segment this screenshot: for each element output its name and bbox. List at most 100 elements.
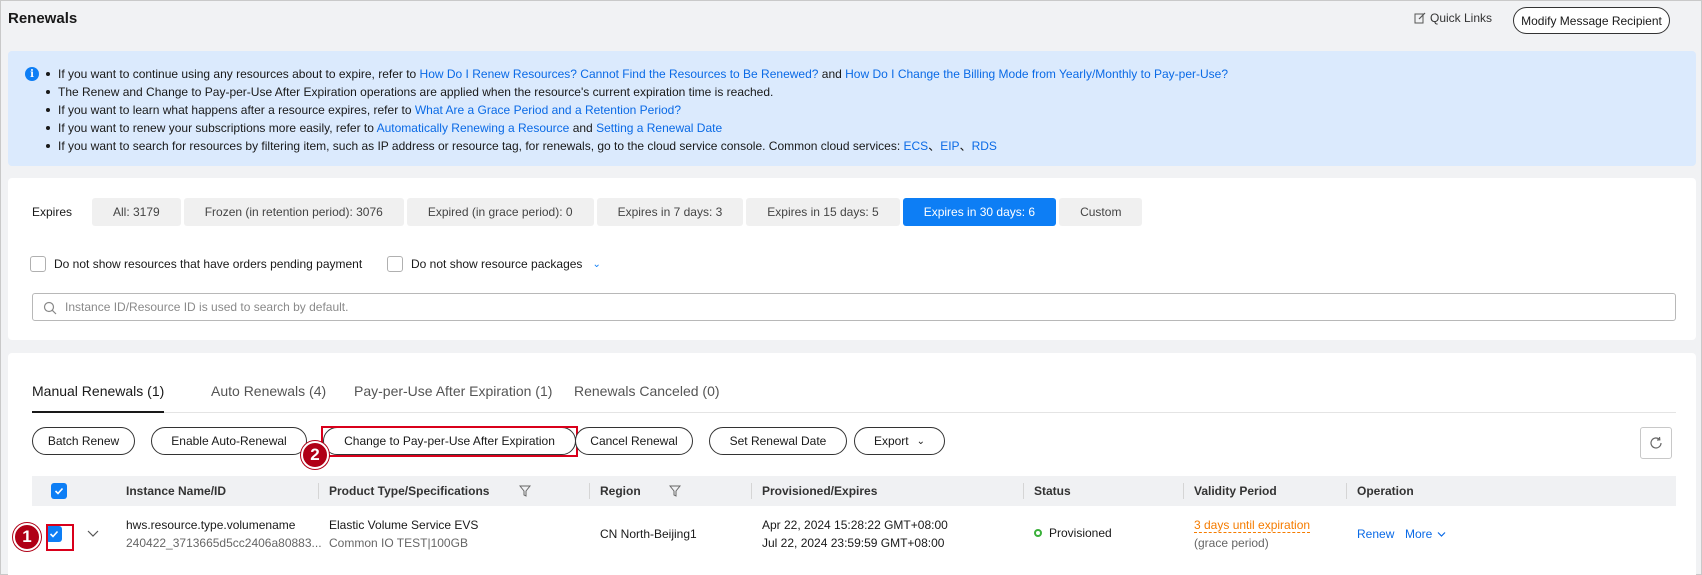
step-marker-1: 1 bbox=[13, 523, 41, 551]
info-icon: i bbox=[25, 67, 39, 81]
search-icon bbox=[43, 301, 57, 315]
notice-text: If you want to search for resources by f… bbox=[58, 139, 904, 153]
notice-text: If you want to renew your subscriptions … bbox=[58, 121, 377, 135]
provisioned-time: Apr 22, 2024 15:28:22 GMT+08:00 bbox=[762, 518, 948, 532]
refresh-button[interactable] bbox=[1640, 427, 1672, 459]
tab-pay-per-use[interactable]: Pay-per-Use After Expiration (1) bbox=[354, 383, 552, 413]
notice-text: If you want to continue using any resour… bbox=[58, 67, 420, 81]
auto-renew-link[interactable]: Automatically Renewing a Resource bbox=[377, 121, 570, 135]
expand-chevron-icon[interactable] bbox=[87, 529, 99, 539]
expires-tab-30-days[interactable]: Expires in 30 days: 6 bbox=[902, 198, 1057, 226]
resource-packages-checkbox[interactable] bbox=[387, 256, 403, 272]
expires-time: Jul 22, 2024 23:59:59 GMT+08:00 bbox=[762, 536, 945, 550]
ecs-link[interactable]: ECS bbox=[904, 139, 929, 153]
edit-icon bbox=[1414, 12, 1426, 24]
expires-label: Expires bbox=[32, 205, 73, 219]
expires-tab-15-days[interactable]: Expires in 15 days: 5 bbox=[746, 198, 900, 226]
notice-item: The Renew and Change to Pay-per-Use Afte… bbox=[43, 83, 1228, 101]
expires-tab-all[interactable]: All: 3179 bbox=[92, 198, 181, 226]
status-dot-icon bbox=[1034, 529, 1042, 537]
batch-renew-button[interactable]: Batch Renew bbox=[32, 427, 135, 455]
tab-renewals-canceled[interactable]: Renewals Canceled (0) bbox=[574, 383, 720, 413]
renewal-date-link[interactable]: Setting a Renewal Date bbox=[596, 121, 722, 135]
set-renewal-date-button[interactable]: Set Renewal Date bbox=[709, 427, 847, 455]
expires-tab-7-days[interactable]: Expires in 7 days: 3 bbox=[596, 198, 744, 226]
column-divider bbox=[1183, 483, 1184, 499]
validity-text[interactable]: 3 days until expiration bbox=[1194, 518, 1311, 533]
status-text: Provisioned bbox=[1049, 526, 1112, 540]
renew-resources-link[interactable]: How Do I Renew Resources? Cannot Find th… bbox=[420, 67, 819, 81]
enable-auto-renewal-button[interactable]: Enable Auto-Renewal bbox=[151, 427, 307, 455]
status-cell: Provisioned bbox=[1034, 526, 1112, 540]
tab-manual-renewals[interactable]: Manual Renewals (1) bbox=[32, 383, 165, 413]
modify-message-recipient-button[interactable]: Modify Message Recipient bbox=[1513, 7, 1670, 34]
notice-item: If you want to continue using any resour… bbox=[43, 65, 1228, 83]
pending-orders-checkbox[interactable] bbox=[30, 256, 46, 272]
tab-auto-renewals[interactable]: Auto Renewals (4) bbox=[211, 383, 326, 413]
select-all-checkbox[interactable] bbox=[51, 483, 67, 499]
column-divider bbox=[751, 483, 752, 499]
renew-link[interactable]: Renew bbox=[1357, 527, 1394, 541]
region-value: CN North-Beijing1 bbox=[600, 527, 697, 541]
notice-text: If you want to learn what happens after … bbox=[58, 103, 415, 117]
renewals-page: Renewals Quick Links Modify Message Reci… bbox=[0, 0, 1702, 575]
filter-panel: Expires All: 3179 Frozen (in retention p… bbox=[8, 178, 1696, 340]
resource-packages-option: Do not show resource packages ⌄ bbox=[387, 256, 601, 272]
notice-item: If you want to search for resources by f… bbox=[43, 137, 1228, 155]
validity-sub: (grace period) bbox=[1194, 536, 1269, 550]
column-provisioned: Provisioned/Expires bbox=[762, 484, 878, 498]
notice-text: The Renew and Change to Pay-per-Use Afte… bbox=[58, 85, 774, 99]
instance-id: 240422_3713665d5cc2406a80883... bbox=[126, 536, 322, 550]
notice-text: and bbox=[569, 121, 597, 135]
info-notice: i If you want to continue using any reso… bbox=[8, 51, 1696, 166]
filter-icon[interactable] bbox=[669, 485, 681, 497]
check-icon bbox=[54, 487, 64, 495]
expires-tab-frozen[interactable]: Frozen (in retention period): 3076 bbox=[183, 198, 404, 226]
separator: 、 bbox=[959, 139, 972, 153]
page-title: Renewals bbox=[8, 10, 78, 27]
export-label: Export bbox=[873, 434, 909, 448]
page-header: Renewals Quick Links Modify Message Reci… bbox=[1, 1, 1701, 41]
rds-link[interactable]: RDS bbox=[972, 139, 997, 153]
search-box[interactable] bbox=[32, 293, 1676, 321]
notice-item: If you want to renew your subscriptions … bbox=[43, 119, 1228, 137]
column-divider bbox=[1346, 483, 1347, 499]
table-header: Instance Name/ID Product Type/Specificat… bbox=[32, 476, 1676, 506]
separator: 、 bbox=[928, 139, 941, 153]
instance-name: hws.resource.type.volumename bbox=[126, 518, 296, 532]
chevron-down-icon: ⌄ bbox=[916, 435, 926, 447]
notice-item: If you want to learn what happens after … bbox=[43, 101, 1228, 119]
chevron-down-icon[interactable]: ⌄ bbox=[592, 259, 600, 270]
chevron-down-icon bbox=[1437, 531, 1446, 537]
refresh-icon bbox=[1650, 436, 1662, 449]
cancel-renewal-button[interactable]: Cancel Renewal bbox=[575, 427, 693, 455]
filter-icon[interactable] bbox=[519, 485, 531, 497]
eip-link[interactable]: EIP bbox=[940, 139, 959, 153]
step-marker-2: 2 bbox=[301, 441, 329, 469]
more-dropdown[interactable]: More bbox=[1405, 527, 1446, 541]
expires-tab-custom[interactable]: Custom bbox=[1059, 198, 1143, 226]
product-type: Elastic Volume Service EVS bbox=[329, 518, 479, 532]
grace-period-link[interactable]: What Are a Grace Period and a Retention … bbox=[415, 103, 681, 117]
column-validity: Validity Period bbox=[1194, 484, 1277, 498]
change-to-pay-per-use-button[interactable]: Change to Pay-per-Use After Expiration bbox=[323, 427, 576, 455]
column-divider bbox=[589, 483, 590, 499]
export-button[interactable]: Export ⌄ bbox=[854, 427, 945, 455]
expires-tabs: All: 3179 Frozen (in retention period): … bbox=[92, 198, 1143, 226]
column-product: Product Type/Specifications bbox=[329, 484, 490, 498]
column-region: Region bbox=[600, 484, 641, 498]
table-row: hws.resource.type.volumename 240422_3713… bbox=[32, 506, 1676, 560]
search-input[interactable] bbox=[65, 298, 1665, 316]
more-label: More bbox=[1405, 527, 1433, 541]
check-icon bbox=[49, 530, 59, 538]
row-checkbox[interactable] bbox=[46, 526, 62, 542]
column-divider bbox=[318, 483, 319, 499]
column-status: Status bbox=[1034, 484, 1071, 498]
column-divider bbox=[1023, 483, 1024, 499]
expires-tab-expired[interactable]: Expired (in grace period): 0 bbox=[406, 198, 594, 226]
quick-links-label: Quick Links bbox=[1430, 11, 1493, 25]
billing-mode-link[interactable]: How Do I Change the Billing Mode from Ye… bbox=[845, 67, 1228, 81]
notice-list: If you want to continue using any resour… bbox=[43, 65, 1228, 155]
validity-period[interactable]: 3 days until expiration bbox=[1194, 518, 1311, 533]
quick-links-link[interactable]: Quick Links bbox=[1414, 11, 1492, 25]
